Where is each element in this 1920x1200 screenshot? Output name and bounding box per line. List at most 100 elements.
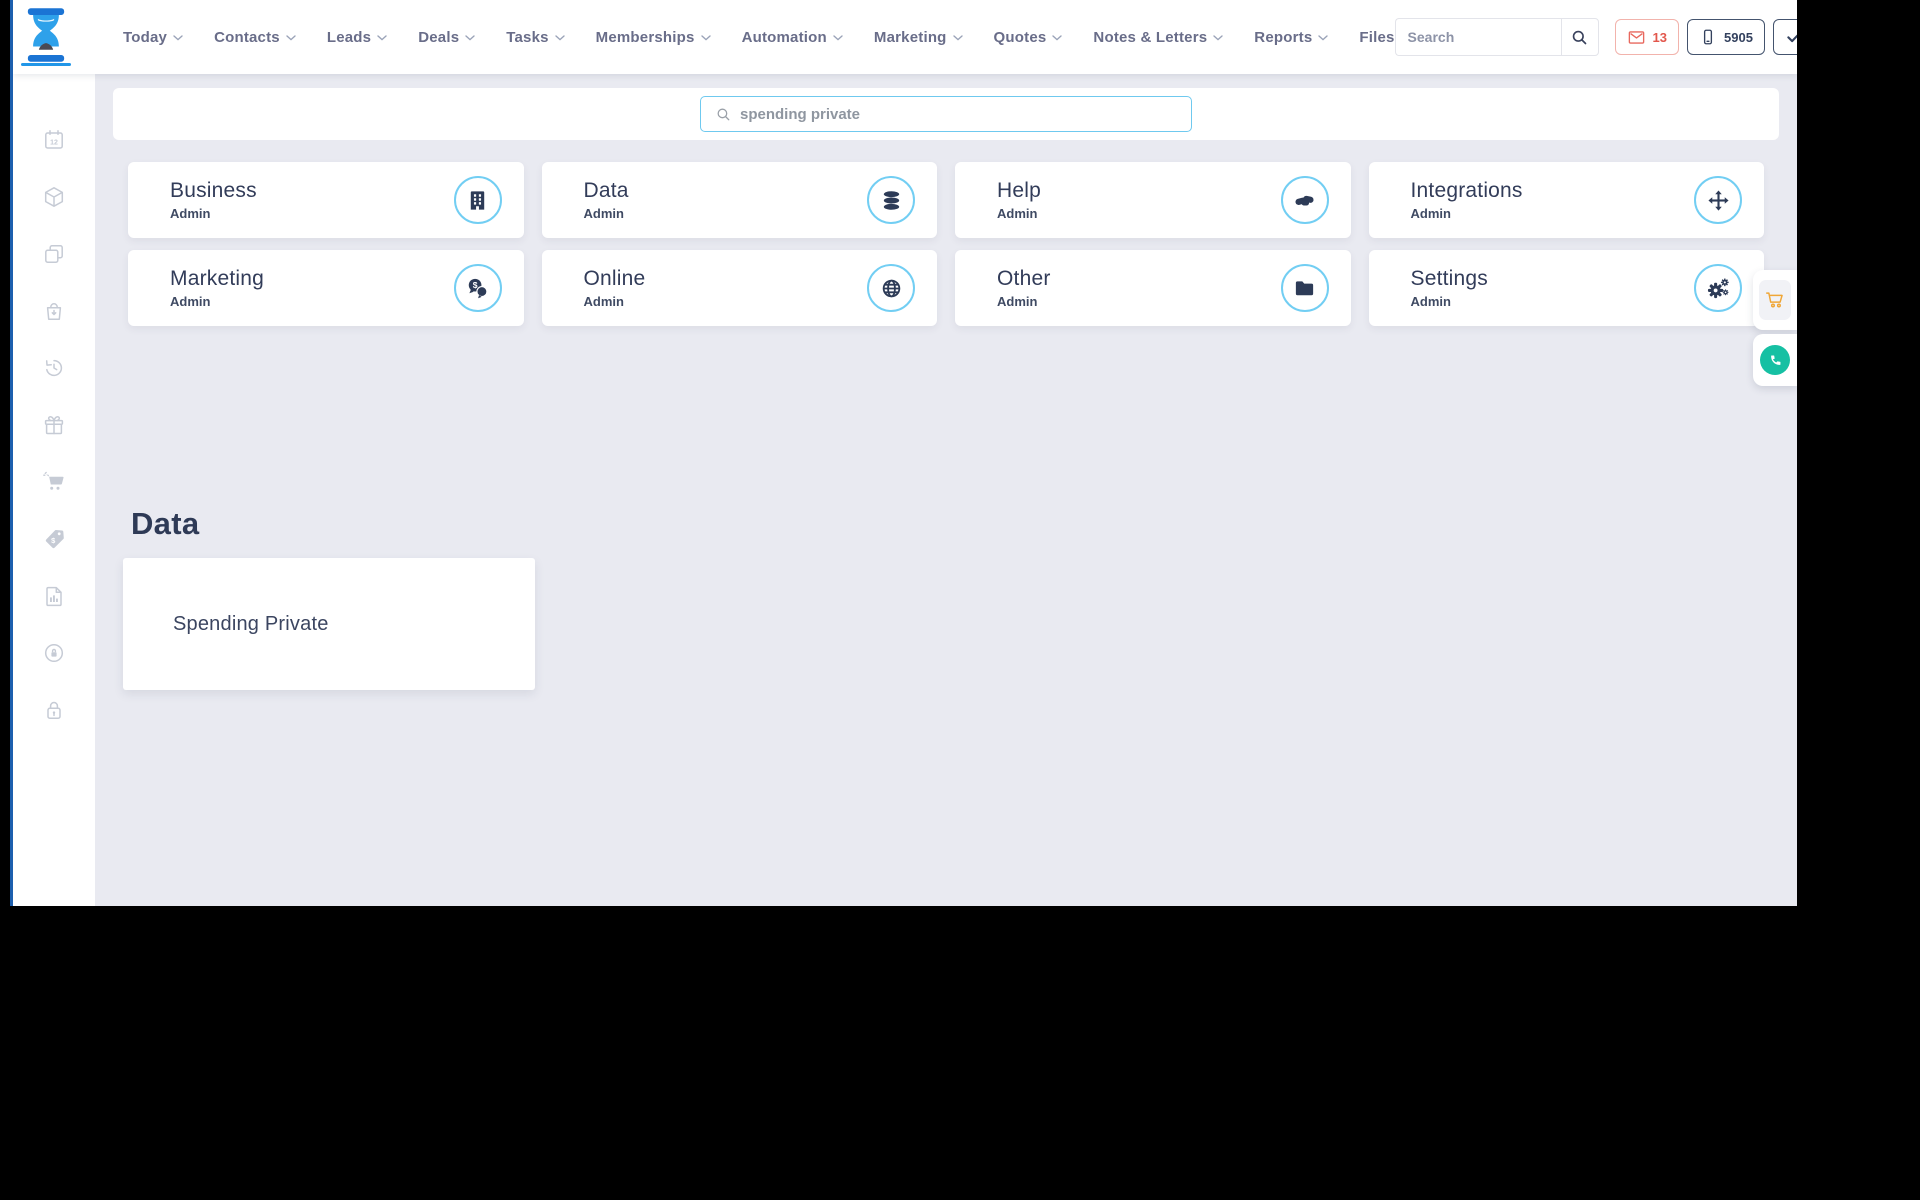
nav-item-reports[interactable]: Reports	[1254, 28, 1329, 46]
card-subtitle: Admin	[583, 294, 624, 309]
brand-logo[interactable]	[21, 8, 71, 66]
card-text: Settings Admin	[1369, 267, 1695, 309]
nav-item-tasks[interactable]: Tasks	[506, 28, 565, 46]
card-subtitle: Admin	[170, 206, 211, 221]
card-subtitle: Admin	[170, 294, 211, 309]
card-text: Help Admin	[955, 179, 1281, 221]
chevron-down-icon	[700, 35, 711, 41]
left-sidebar: 12 $	[13, 74, 95, 906]
result-item-spending-private[interactable]: Spending Private	[123, 558, 535, 690]
card-title: Integrations	[1410, 179, 1523, 202]
module-card-data[interactable]: Data Admin	[541, 162, 937, 238]
header-actions: 13 5905 15 ? LONDON SUPPORT	[1394, 18, 1797, 56]
nav-item-memberships[interactable]: Memberships	[596, 29, 711, 46]
module-card-help[interactable]: Help Admin	[955, 162, 1351, 238]
nav-label: Quotes	[993, 28, 1047, 46]
card-text: Integrations Admin	[1369, 179, 1695, 221]
card-subtitle: Admin	[1410, 206, 1451, 221]
header-search	[1394, 18, 1599, 56]
chevron-down-icon	[173, 35, 183, 41]
shopping-cart-icon	[1766, 292, 1783, 308]
card-title: Data	[583, 179, 629, 202]
nav-label: Leads	[326, 28, 372, 46]
report-icon[interactable]	[42, 584, 66, 608]
header-search-button[interactable]	[1560, 18, 1599, 56]
nav-label: Tasks	[506, 28, 549, 46]
card-title: Business	[170, 179, 257, 202]
card-text: Online Admin	[542, 267, 868, 309]
nav-item-marketing[interactable]: Marketing	[874, 29, 963, 46]
svg-text:$: $	[473, 280, 478, 290]
nav-label: Today	[123, 28, 168, 46]
card-title: Marketing	[170, 267, 265, 290]
card-text: Other Admin	[955, 267, 1281, 309]
module-card-business[interactable]: Business Admin	[128, 162, 524, 238]
gift-icon[interactable]	[42, 413, 66, 437]
app-window: Today Contacts Leads Deals Tasks Members…	[10, 0, 1797, 906]
account-lock-icon[interactable]	[42, 641, 66, 665]
nav-label: Memberships	[595, 28, 695, 46]
nav-item-files[interactable]: Files	[1359, 29, 1394, 46]
module-card-other[interactable]: Other Admin	[955, 250, 1351, 326]
nav-label: Automation	[741, 28, 827, 46]
chevron-down-icon	[952, 35, 963, 41]
mobile-phone-icon	[1703, 29, 1713, 45]
calendar-icon[interactable]: 12	[42, 128, 66, 152]
nav-item-contacts[interactable]: Contacts	[214, 29, 296, 46]
module-card-marketing[interactable]: Marketing Admin $	[128, 250, 524, 326]
tasks-button[interactable]: 15	[1772, 19, 1797, 55]
chevron-down-icon	[1052, 35, 1063, 41]
module-search-pill	[700, 96, 1192, 132]
cube-icon[interactable]	[42, 185, 66, 209]
nav-item-today[interactable]: Today	[123, 29, 183, 46]
main-nav: Today Contacts Leads Deals Tasks Members…	[123, 29, 1395, 46]
cart-icon[interactable]	[42, 470, 66, 494]
building-icon	[453, 176, 502, 224]
nav-item-notes-letters[interactable]: Notes & Letters	[1093, 29, 1223, 46]
section-title: Data	[131, 506, 200, 541]
card-text: Business Admin	[128, 179, 454, 221]
gears-icon	[1694, 264, 1742, 312]
nav-label: Reports	[1254, 28, 1313, 46]
chevron-down-icon	[1213, 35, 1223, 41]
logo-underline	[21, 63, 71, 66]
cart-widget[interactable]	[1753, 270, 1797, 330]
chevron-down-icon	[1318, 35, 1329, 41]
modules-grid: Business Admin Data Admin Help Admin Int…	[128, 162, 1764, 326]
card-text: Marketing Admin	[128, 267, 454, 309]
nav-item-automation[interactable]: Automation	[742, 29, 843, 46]
nav-label: Files	[1359, 28, 1395, 46]
card-subtitle: Admin	[1410, 294, 1451, 309]
module-search-bar	[113, 88, 1779, 140]
header-search-input[interactable]	[1394, 18, 1561, 56]
nav-item-deals[interactable]: Deals	[418, 29, 475, 46]
card-text: Data Admin	[542, 179, 868, 221]
module-card-settings[interactable]: Settings Admin	[1368, 250, 1764, 326]
globe-icon	[867, 264, 915, 312]
nav-label: Notes & Letters	[1093, 28, 1208, 46]
phone-number: 5905	[1724, 29, 1753, 45]
copy-icon[interactable]	[42, 242, 66, 266]
nav-label: Marketing	[873, 28, 947, 46]
phone-widget-circle	[1760, 345, 1790, 375]
mail-button[interactable]: 13	[1614, 19, 1680, 55]
card-subtitle: Admin	[997, 294, 1038, 309]
card-title: Settings	[1410, 267, 1488, 290]
phone-widget[interactable]	[1753, 334, 1797, 386]
phone-icon	[1770, 355, 1780, 365]
card-title: Help	[997, 179, 1041, 202]
module-card-integrations[interactable]: Integrations Admin	[1368, 162, 1764, 238]
phone-button[interactable]: 5905	[1687, 19, 1765, 55]
history-icon[interactable]	[42, 356, 66, 380]
lock-icon[interactable]	[42, 698, 66, 722]
module-search-input[interactable]	[740, 105, 1181, 123]
nav-item-leads[interactable]: Leads	[327, 29, 387, 46]
hourglass-logo-icon	[27, 8, 65, 62]
nav-item-quotes[interactable]: Quotes	[994, 29, 1063, 46]
move-arrows-icon	[1694, 176, 1742, 224]
mail-count: 13	[1652, 29, 1668, 45]
bag-icon[interactable]	[42, 299, 66, 323]
price-tag-icon[interactable]: $	[42, 527, 66, 551]
envelope-icon	[1628, 30, 1644, 44]
module-card-online[interactable]: Online Admin	[541, 250, 937, 326]
